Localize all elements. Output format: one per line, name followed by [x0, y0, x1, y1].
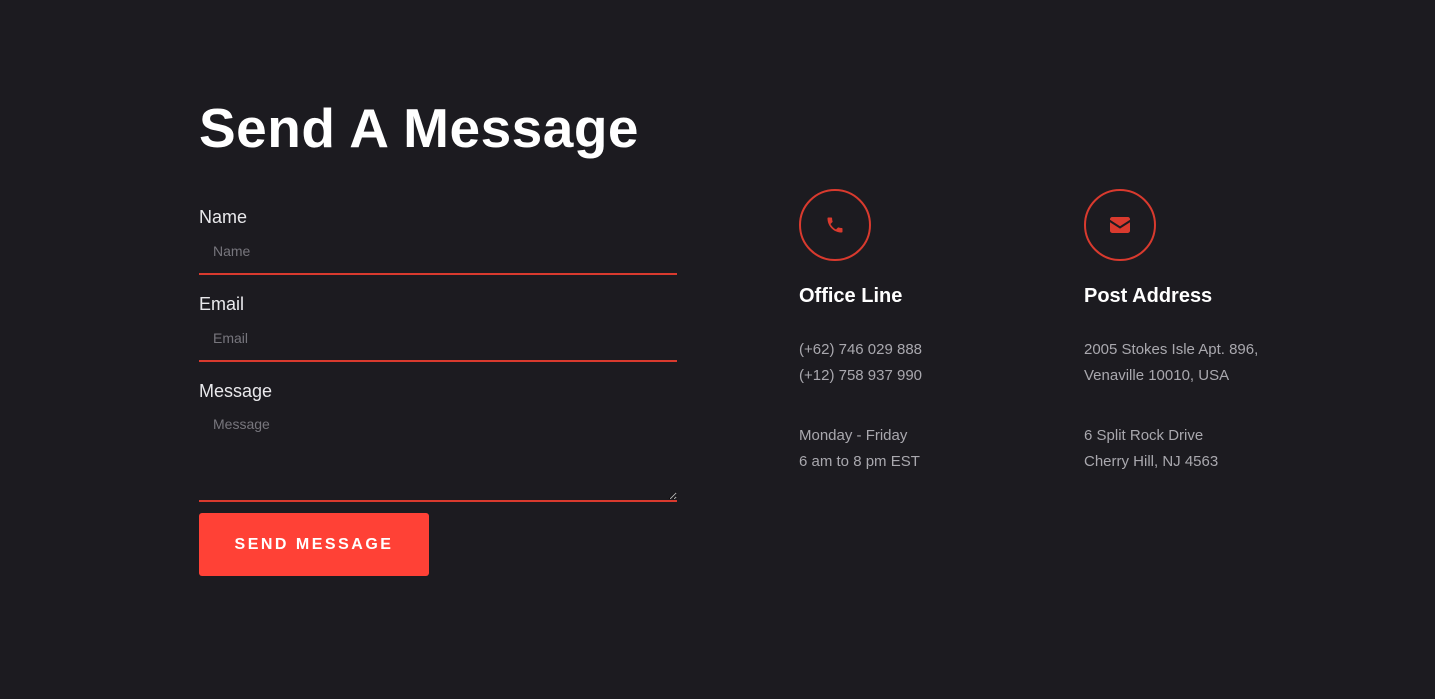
address-1: 2005 Stokes Isle Apt. 896, Venaville 100… — [1084, 337, 1344, 389]
address-1-line-1: 2005 Stokes Isle Apt. 896, — [1084, 341, 1259, 358]
envelope-icon — [1084, 189, 1156, 261]
address-2: 6 Split Rock Drive Cherry Hill, NJ 4563 — [1084, 423, 1344, 475]
office-phones: (+62) 746 029 888 (+12) 758 937 990 — [799, 337, 1059, 389]
email-input[interactable] — [199, 321, 677, 362]
office-line-title: Office Line — [799, 285, 903, 307]
address-2-line-1: 6 Split Rock Drive — [1084, 427, 1204, 444]
office-time: 6 am to 8 pm EST — [799, 453, 920, 470]
message-textarea[interactable] — [199, 408, 677, 502]
post-address-column: Post Address 2005 Stokes Isle Apt. 896, … — [1084, 189, 1344, 475]
send-message-button[interactable]: SEND MESSAGE — [199, 513, 429, 576]
contact-form: Name Email Message SEND MESSAGE — [199, 204, 677, 576]
phone-number-1: (+62) 746 029 888 — [799, 341, 923, 358]
address-1-line-2: Venaville 10010, USA — [1084, 367, 1230, 384]
address-2-line-2: Cherry Hill, NJ 4563 — [1084, 453, 1219, 470]
office-line-column: Office Line (+62) 746 029 888 (+12) 758 … — [799, 189, 1059, 475]
office-hours: Monday - Friday 6 am to 8 pm EST — [799, 423, 1059, 475]
phone-number-2: (+12) 758 937 990 — [799, 367, 923, 384]
office-days: Monday - Friday — [799, 427, 908, 444]
message-label: Message — [199, 381, 273, 401]
contact-section: Send A Message Name Email Message SEND M… — [0, 0, 1435, 699]
name-label: Name — [199, 207, 248, 227]
email-label: Email — [199, 294, 245, 314]
name-input[interactable] — [199, 234, 677, 275]
post-address-title: Post Address — [1084, 285, 1213, 307]
page-title: Send A Message — [199, 97, 640, 159]
phone-icon — [799, 189, 871, 261]
